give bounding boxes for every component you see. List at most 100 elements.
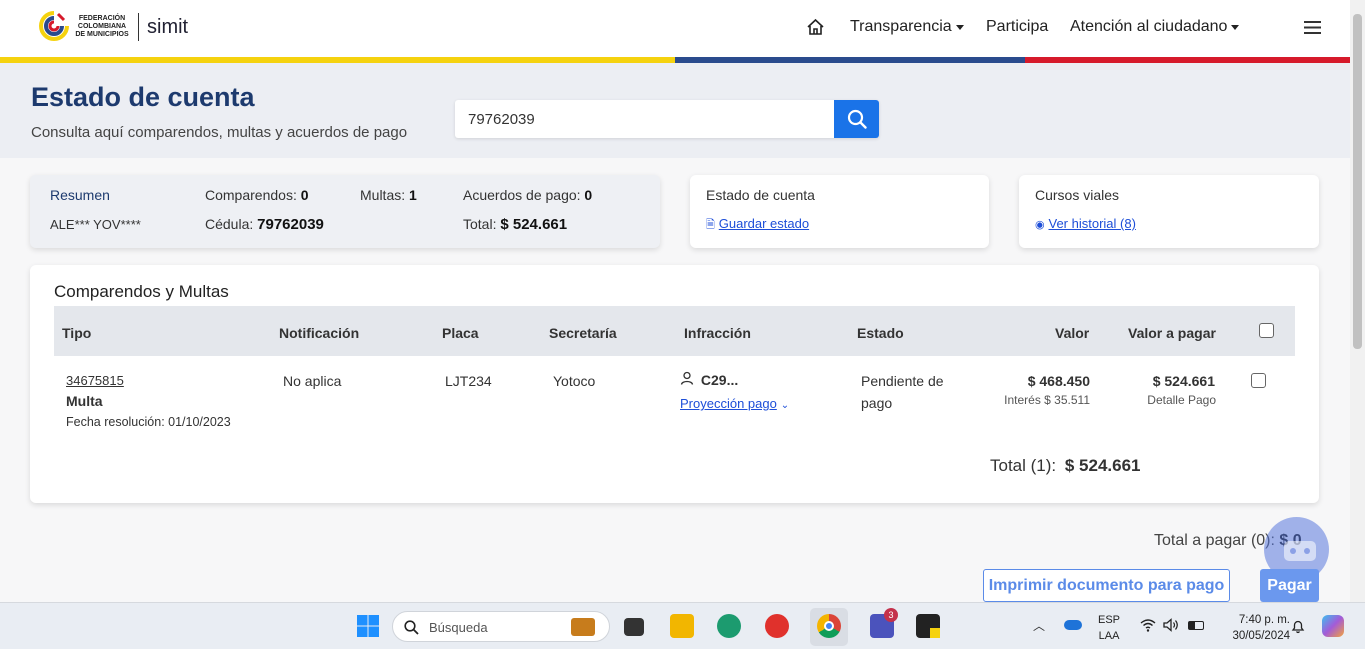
task-view-icon[interactable] xyxy=(624,618,644,636)
battery-icon[interactable] xyxy=(1188,621,1204,630)
ver-historial-label: Ver historial (8) xyxy=(1048,216,1136,231)
windows-start-icon[interactable] xyxy=(356,614,380,638)
hamburger-icon[interactable] xyxy=(1303,20,1322,35)
wps-office-icon[interactable] xyxy=(765,614,789,638)
col-tipo: Tipo xyxy=(62,325,92,341)
search-button[interactable] xyxy=(834,100,879,138)
sticky-notes-icon[interactable] xyxy=(916,614,940,638)
teams-icon[interactable]: 3 xyxy=(870,608,898,638)
row-tipo: Multa xyxy=(66,393,103,409)
search-icon xyxy=(847,109,867,129)
scrollbar-thumb[interactable] xyxy=(1353,14,1362,349)
windows-taskbar: Búsqueda 3 ︿ ESP LAA 7:40 p. m. 30/05/20… xyxy=(0,602,1365,649)
multas-value: 1 xyxy=(409,187,417,203)
row-notificacion: No aplica xyxy=(283,373,342,389)
taskbar-search-placeholder: Búsqueda xyxy=(429,620,488,635)
nav-participa[interactable]: Participa xyxy=(986,18,1048,36)
copilot-icon[interactable] xyxy=(1322,615,1344,637)
table-total-value: $ 524.661 xyxy=(1064,456,1141,475)
summary-total: Total: $ 524.661 xyxy=(463,216,567,233)
nav-transparencia-label: Transparencia xyxy=(850,18,952,35)
row-checkbox[interactable] xyxy=(1251,373,1266,388)
col-secretaria: Secretaría xyxy=(549,325,617,341)
chrome-icon[interactable] xyxy=(817,614,841,638)
fcm-logo[interactable]: FEDERACIÓN COLOMBIANA DE MUNICIPIOS simi… xyxy=(38,10,188,44)
infraccion-code: C29... xyxy=(700,372,739,388)
person-icon xyxy=(680,371,694,385)
hero-section: Estado de cuenta Consulta aquí comparend… xyxy=(0,63,1350,158)
search-box xyxy=(455,100,879,138)
row-valor: $ 468.450 xyxy=(1027,373,1090,389)
pagar-button[interactable]: Pagar xyxy=(1260,569,1319,602)
col-notificacion: Notificación xyxy=(279,325,360,341)
guardar-estado-link[interactable]: 🗎 Guardar estado xyxy=(706,215,809,235)
bell-icon[interactable] xyxy=(1291,619,1305,639)
home-icon[interactable] xyxy=(806,18,825,36)
search-input[interactable] xyxy=(455,100,834,138)
document-icon: 🗎 xyxy=(706,219,715,231)
col-valor-pagar: Valor a pagar xyxy=(1128,325,1216,341)
nav-atencion[interactable]: Atención al ciudadano xyxy=(1070,18,1240,36)
select-all-checkbox[interactable] xyxy=(1259,323,1274,338)
comparendos-table-card: Comparendos y Multas Tipo Notificación P… xyxy=(30,265,1319,503)
total-a-pagar-label: Total a pagar (0): xyxy=(1154,532,1275,549)
chevron-down-icon: ⌄ xyxy=(780,400,790,411)
cedula-value: 79762039 xyxy=(257,216,324,233)
chevron-up-icon[interactable]: ︿ xyxy=(1033,617,1045,634)
row-infraccion[interactable]: C29... xyxy=(680,371,738,388)
table-title: Comparendos y Multas xyxy=(54,282,229,301)
nav-participa-label: Participa xyxy=(986,18,1049,35)
keyboard-layout: LAA xyxy=(1098,630,1120,642)
cedula-label: Cédula: xyxy=(205,216,254,232)
row-valor-pagar: $ 524.661 xyxy=(1152,373,1215,389)
row-estado-1: Pendiente de xyxy=(861,373,944,389)
cursos-viales-card: Cursos viales ◉ Ver historial (8) xyxy=(1019,175,1319,248)
summary-total-value: $ 524.661 xyxy=(500,216,568,233)
edge-icon[interactable] xyxy=(717,614,741,638)
clock-time: 7:40 p. m. xyxy=(1238,614,1290,626)
taskbar-search[interactable]: Búsqueda xyxy=(392,611,610,642)
language-code: ESP xyxy=(1098,614,1121,626)
briefcase-icon xyxy=(571,618,595,636)
row-interes: Interés $ 35.511 xyxy=(1004,393,1090,407)
onedrive-icon[interactable] xyxy=(1064,620,1082,630)
proyeccion-pago-link[interactable]: Proyección pago ⌄ xyxy=(680,395,789,411)
page-scrollbar[interactable] xyxy=(1350,0,1365,602)
search-icon xyxy=(404,620,419,635)
col-valor: Valor xyxy=(1055,325,1090,341)
summary-total-label: Total: xyxy=(463,216,497,232)
multas-count: Multas: 1 xyxy=(360,187,417,203)
nav-atencion-label: Atención al ciudadano xyxy=(1070,18,1228,35)
proyeccion-pago-label: Proyección pago xyxy=(680,396,777,411)
estado-cuenta-title: Estado de cuenta xyxy=(706,187,815,203)
volume-icon[interactable] xyxy=(1163,618,1179,637)
account-holder-name: ALE*** YOV**** xyxy=(50,217,141,232)
wifi-icon[interactable] xyxy=(1140,618,1156,635)
multas-label: Multas: xyxy=(360,187,406,203)
acuerdos-value: 0 xyxy=(584,187,593,203)
eye-icon: ◉ xyxy=(1035,219,1045,231)
nav-transparencia[interactable]: Transparencia xyxy=(850,18,964,36)
logo-divider xyxy=(138,13,139,41)
ver-historial-link[interactable]: ◉ Ver historial (8) xyxy=(1035,215,1136,231)
detalle-pago-link[interactable]: Detalle Pago xyxy=(1115,393,1216,407)
site-header: FEDERACIÓN COLOMBIANA DE MUNICIPIOS simi… xyxy=(0,0,1350,58)
imprimir-button[interactable]: Imprimir documento para pago xyxy=(983,569,1230,602)
comparendo-id-link[interactable]: 34675815 xyxy=(66,373,124,388)
file-explorer-icon[interactable] xyxy=(670,614,694,638)
row-placa: LJT234 xyxy=(445,373,492,389)
row-estado-2: pago xyxy=(861,395,893,411)
clock-date: 30/05/2024 xyxy=(1232,630,1290,642)
col-placa: Placa xyxy=(442,325,479,341)
row-secretaria: Yotoco xyxy=(553,373,596,389)
comparendos-count: Comparendos: 0 xyxy=(205,187,309,203)
caret-down-icon xyxy=(1231,24,1240,30)
caret-down-icon xyxy=(955,24,964,30)
language-indicator[interactable]: ESP LAA xyxy=(1098,612,1120,644)
taskbar-clock[interactable]: 7:40 p. m. 30/05/2024 xyxy=(1215,612,1290,644)
table-total-label: Total (1): xyxy=(990,456,1057,475)
page-subtitle: Consulta aquí comparendos, multas y acue… xyxy=(31,124,408,141)
teams-badge: 3 xyxy=(884,608,898,622)
cedula: Cédula: 79762039 xyxy=(205,216,324,233)
estado-cuenta-card: Estado de cuenta 🗎 Guardar estado xyxy=(690,175,989,248)
